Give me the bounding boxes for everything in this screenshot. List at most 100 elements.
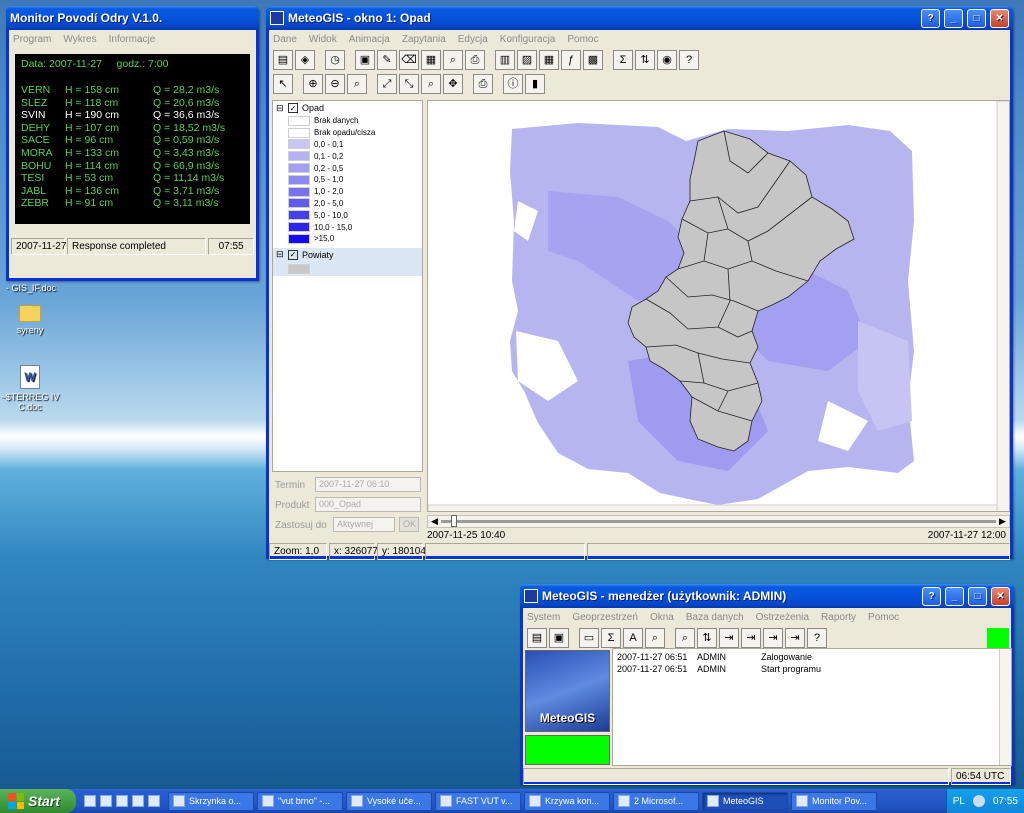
sum-icon[interactable]: Σ — [601, 628, 621, 648]
timeline-thumb[interactable] — [451, 515, 457, 527]
print-icon[interactable]: ⎙ — [473, 74, 493, 94]
language-indicator[interactable]: PL — [953, 796, 965, 807]
edit-layer-icon[interactable]: ✎ — [377, 50, 397, 70]
layers-icon[interactable]: ◈ — [295, 50, 315, 70]
text-icon[interactable]: A — [623, 628, 643, 648]
chart-icon[interactable]: ▨ — [517, 50, 537, 70]
desktop-icon-doc[interactable]: W ~$TERREG IV C.doc — [0, 365, 60, 412]
produkt-select[interactable]: 000_Opad — [315, 497, 421, 512]
print-preview-icon[interactable]: ⌕ — [443, 50, 463, 70]
help-title-button[interactable]: ? — [922, 586, 941, 606]
ok-button[interactable]: OK — [399, 517, 419, 532]
formula-icon[interactable]: ƒ — [561, 50, 581, 70]
outlook-icon[interactable] — [100, 795, 112, 807]
eye-icon[interactable]: ◉ — [657, 50, 677, 70]
menu-pomoc[interactable]: Pomoc — [567, 34, 598, 45]
help-icon[interactable]: ? — [679, 50, 699, 70]
media-icon[interactable] — [132, 795, 144, 807]
zoom-icon[interactable]: ⌕ — [347, 74, 367, 94]
export-icon[interactable]: ⇥ — [741, 628, 761, 648]
start-button[interactable]: Start — [0, 789, 76, 813]
fit-icon[interactable]: ⤡ — [399, 74, 419, 94]
folder-open-icon[interactable]: ▤ — [273, 50, 293, 70]
menu-pomoc[interactable]: Pomoc — [868, 612, 899, 623]
info-icon[interactable]: ⓘ — [503, 74, 523, 94]
menu-zapytania[interactable]: Zapytania — [402, 34, 446, 45]
taskbar-button[interactable]: Vysoké uče... — [346, 791, 432, 811]
magnify-icon[interactable]: ⌕ — [421, 74, 441, 94]
close-button[interactable]: ✕ — [990, 8, 1009, 28]
clock[interactable]: 07:55 — [993, 796, 1018, 807]
timeline-track[interactable] — [441, 515, 996, 527]
taskbar-button[interactable]: FAST VUT v... — [435, 791, 521, 811]
taskbar-button[interactable]: Krzywa kon... — [524, 791, 610, 811]
taskbar-button[interactable]: MeteoGIS — [702, 791, 788, 811]
menu-ostrzezenia[interactable]: Ostrzeżenia — [756, 612, 809, 623]
bar-chart-icon[interactable]: ▮ — [525, 74, 545, 94]
search-icon[interactable]: ⌕ — [645, 628, 665, 648]
menu-geoprzestrzen[interactable]: Geoprzestrzeń — [572, 612, 638, 623]
sort-icon[interactable]: ⇅ — [635, 50, 655, 70]
log-row[interactable]: 2007-11-27 06:51 ADMIN Start programu — [617, 663, 1007, 675]
export-icon[interactable]: ⇥ — [719, 628, 739, 648]
sort-icon[interactable]: ⇅ — [697, 628, 717, 648]
ie-icon[interactable] — [116, 795, 128, 807]
menu-konfiguracja[interactable]: Konfiguracja — [500, 34, 556, 45]
taskbar-button[interactable]: Skrzynka o... — [168, 791, 254, 811]
pointer-icon[interactable]: ↖ — [273, 74, 293, 94]
termin-field[interactable]: 2007-11-27 06:10 — [315, 477, 421, 492]
maximize-button[interactable]: □ — [968, 586, 987, 606]
zastosuj-select[interactable]: Aktywnej — [333, 517, 395, 532]
log-row[interactable]: 2007-11-27 06:51 ADMIN Zalogowanie — [617, 651, 1007, 663]
notes-icon[interactable] — [148, 795, 160, 807]
menu-okna[interactable]: Okna — [650, 612, 674, 623]
layer-powiaty[interactable]: ⊟ ✓ Powiaty — [273, 247, 422, 262]
collapse-icon[interactable]: ⊟ — [276, 103, 284, 114]
menu-program[interactable]: Program — [13, 34, 51, 45]
menu-informacje[interactable]: Informacje — [109, 34, 156, 45]
window-icon[interactable]: ▭ — [579, 628, 599, 648]
help-icon[interactable]: ? — [807, 628, 827, 648]
manager-log[interactable]: 2007-11-27 06:51 ADMIN Zalogowanie 2007-11-… — [612, 648, 1012, 766]
erase-icon[interactable]: ⌫ — [399, 50, 419, 70]
close-button[interactable]: ✕ — [991, 586, 1010, 606]
menu-baza-danych[interactable]: Baza danych — [686, 612, 744, 623]
timeline-right-arrow[interactable]: ▶ — [996, 516, 1009, 527]
timeline-slider[interactable]: ◀ ▶ — [427, 515, 1010, 528]
clock-icon[interactable]: ◷ — [325, 50, 345, 70]
folder-open-icon[interactable]: ▤ — [527, 628, 547, 648]
manager-titlebar[interactable]: MeteoGIS - menedżer (użytkownik: ADMIN) … — [520, 584, 1014, 608]
minimize-button[interactable]: _ — [944, 8, 963, 28]
monitor-titlebar[interactable]: Monitor Povodí Odry V.1.0. — [6, 6, 259, 30]
menu-edycja[interactable]: Edycja — [458, 34, 488, 45]
layer-opad[interactable]: ⊟ ✓ Opad — [273, 101, 422, 115]
save-icon[interactable]: ▣ — [355, 50, 375, 70]
calendar-grid-icon[interactable]: ▩ — [583, 50, 603, 70]
sum-icon[interactable]: Σ — [613, 50, 633, 70]
save-icon[interactable]: ▣ — [549, 628, 569, 648]
zoom-out-icon[interactable]: ⊖ — [325, 74, 345, 94]
export-image-icon[interactable]: ▦ — [421, 50, 441, 70]
precipitation-map[interactable] — [427, 100, 1010, 512]
taskbar-button[interactable]: Monitor Pov... — [791, 791, 877, 811]
menu-dane[interactable]: Dane — [273, 34, 297, 45]
log-scrollbar[interactable] — [999, 649, 1011, 765]
export-icon[interactable]: ⇥ — [763, 628, 783, 648]
taskbar-button[interactable]: "vut brno" -... — [257, 791, 343, 811]
menu-widok[interactable]: Widok — [309, 34, 337, 45]
maximize-button[interactable]: □ — [967, 8, 986, 28]
pan-icon[interactable]: ✥ — [443, 74, 463, 94]
tray-icon[interactable] — [972, 795, 985, 807]
show-desktop-icon[interactable] — [84, 795, 96, 807]
checkbox-opad[interactable]: ✓ — [288, 103, 298, 113]
collapse-icon[interactable]: ⊟ — [276, 249, 284, 260]
table-icon[interactable]: ▥ — [495, 50, 515, 70]
menu-animacja[interactable]: Animacja — [349, 34, 390, 45]
menu-raporty[interactable]: Raporty — [821, 612, 856, 623]
magnify-icon[interactable]: ⌕ — [675, 628, 695, 648]
meteogis-titlebar[interactable]: MeteoGIS - okno 1: Opad ? _ □ ✕ — [266, 6, 1013, 30]
desktop-doc-label[interactable]: - GIS_IF.doc — [6, 283, 56, 293]
timeline-left-arrow[interactable]: ◀ — [428, 516, 441, 527]
menu-wykres[interactable]: Wykres — [63, 34, 96, 45]
minimize-button[interactable]: _ — [945, 586, 964, 606]
